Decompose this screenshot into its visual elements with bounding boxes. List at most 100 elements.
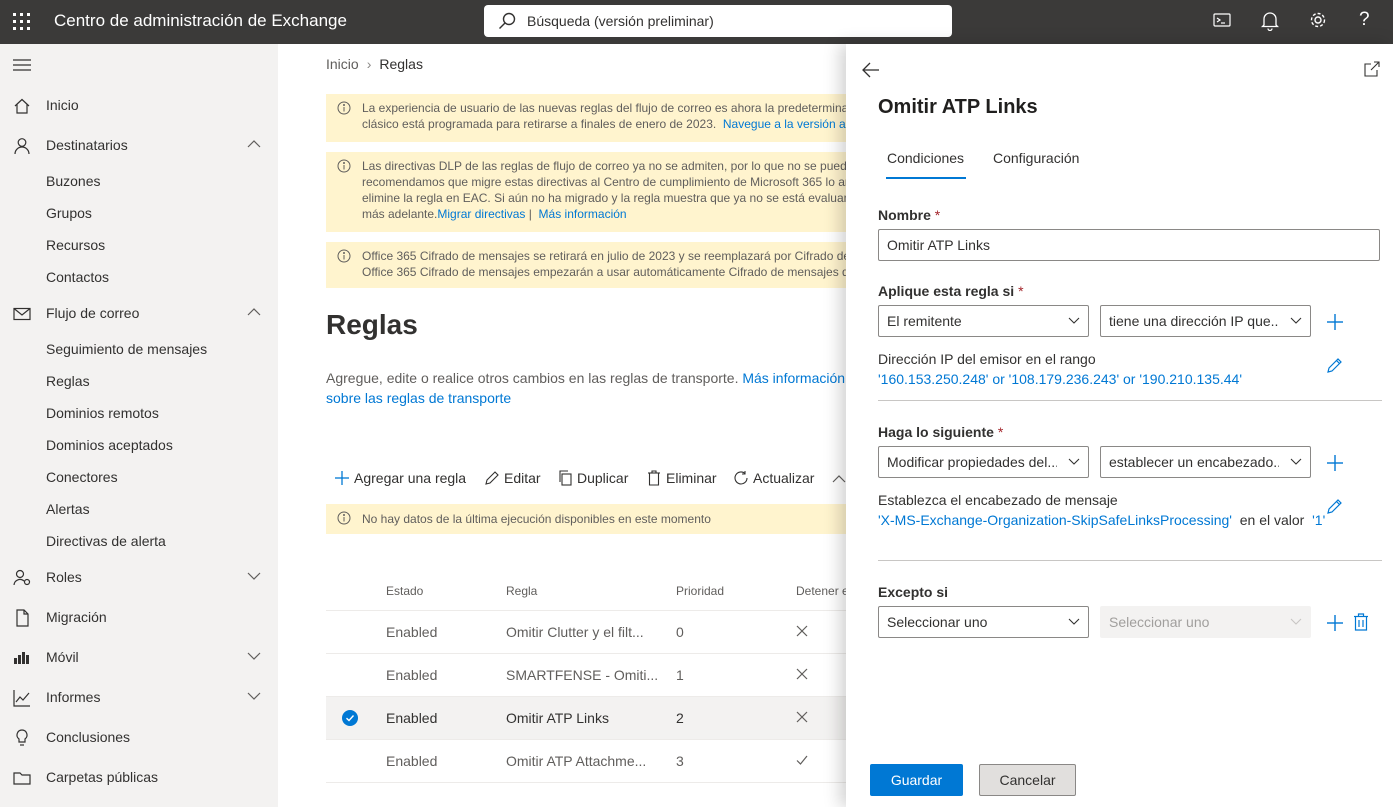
- close-x-icon: [796, 668, 808, 680]
- nav-label: Carpetas públicas: [46, 769, 159, 785]
- table-row[interactable]: Enabled SMARTFENSE - Omiti... 1: [326, 654, 848, 697]
- nav-inicio[interactable]: Inicio: [0, 90, 278, 122]
- nav-flujo-de-correo[interactable]: Flujo de correo: [0, 298, 278, 330]
- selected-check-icon[interactable]: [342, 710, 358, 726]
- nav-label: Destinatarios: [46, 137, 128, 153]
- row-priority: 2: [676, 710, 684, 726]
- condition-subject-dropdown[interactable]: El remitente: [878, 305, 1089, 337]
- table-row-selected[interactable]: Enabled Omitir ATP Links 2: [326, 697, 848, 740]
- action-type-dropdown[interactable]: Modificar propiedades del...: [878, 446, 1089, 478]
- search-box[interactable]: Búsqueda (versión preliminar): [484, 5, 952, 37]
- migrate-policies-link[interactable]: Migrar directivas: [437, 207, 525, 221]
- nav-conclusiones[interactable]: Conclusiones: [0, 722, 278, 754]
- add-rule-button[interactable]: Agregar una regla: [334, 466, 474, 492]
- save-button[interactable]: Guardar: [870, 764, 963, 796]
- table-row[interactable]: Enabled Omitir Clutter y el filt... 0: [326, 611, 848, 654]
- chevron-down-icon: [247, 652, 261, 660]
- hamburger-menu-icon[interactable]: [13, 59, 31, 73]
- chevron-down-icon: [1290, 317, 1302, 324]
- tab-conditions[interactable]: Condiciones: [887, 150, 964, 166]
- nav-label: Dominios aceptados: [46, 437, 173, 453]
- notification-bell-icon[interactable]: [1261, 11, 1279, 31]
- navigate-previous-version-link[interactable]: Navegue a la versión anterior: [723, 117, 848, 131]
- nav-label: Conclusiones: [46, 729, 131, 745]
- nav-grupos[interactable]: Grupos: [0, 198, 278, 230]
- migration-icon: [13, 609, 31, 627]
- app-launcher-icon[interactable]: [13, 13, 31, 31]
- edit-action-pencil-icon[interactable]: [1326, 497, 1344, 515]
- chevron-down-icon: [1290, 618, 1302, 625]
- row-state: Enabled: [386, 710, 438, 726]
- nav-dominios-aceptados[interactable]: Dominios aceptados: [0, 430, 278, 462]
- label-text: Aplique esta regla si: [878, 283, 1015, 299]
- add-condition-icon[interactable]: [1326, 313, 1344, 331]
- exception-subject-dropdown[interactable]: Seleccionar uno: [878, 606, 1089, 638]
- column-header-state[interactable]: Estado: [386, 584, 423, 598]
- tab-settings[interactable]: Configuración: [993, 150, 1079, 166]
- nav-migracion[interactable]: Migración: [0, 602, 278, 634]
- home-icon: [13, 97, 31, 115]
- nav-directivas-de-alerta[interactable]: Directivas de alerta: [0, 526, 278, 558]
- row-rule-name: Omitir ATP Links: [506, 710, 609, 726]
- duplicate-button[interactable]: Duplicar: [557, 466, 643, 492]
- column-header-rule[interactable]: Regla: [506, 584, 537, 598]
- condition-predicate-dropdown[interactable]: tiene una dirección IP que...: [1100, 305, 1311, 337]
- help-icon[interactable]: ?: [1359, 9, 1370, 31]
- nav-informes[interactable]: Informes: [0, 682, 278, 714]
- breadcrumb-current: Reglas: [379, 56, 423, 72]
- row-state: Enabled: [386, 753, 438, 769]
- cancel-button[interactable]: Cancelar: [979, 764, 1076, 796]
- column-header-priority[interactable]: Prioridad: [676, 584, 724, 598]
- edit-condition-pencil-icon[interactable]: [1326, 356, 1344, 374]
- app-title[interactable]: Centro de administración de Exchange: [54, 11, 347, 31]
- nav-roles[interactable]: Roles: [0, 562, 278, 594]
- row-priority: 3: [676, 753, 684, 769]
- delete-exception-trash-icon[interactable]: [1353, 613, 1369, 631]
- nav-label: Dominios remotos: [46, 405, 159, 421]
- nav-alertas[interactable]: Alertas: [0, 494, 278, 526]
- required-marker: *: [934, 207, 941, 223]
- cloud-shell-icon[interactable]: [1213, 11, 1231, 29]
- nav-recursos[interactable]: Recursos: [0, 230, 278, 262]
- edit-label: Editar: [504, 470, 541, 486]
- settings-gear-icon[interactable]: [1309, 11, 1327, 29]
- main-content: Inicio › Reglas La experiencia de usuario …: [278, 44, 848, 807]
- column-header-stop-processing[interactable]: Detener el procesamiento: [796, 584, 848, 598]
- add-icon: [334, 470, 350, 486]
- header-value-link[interactable]: '1': [1312, 512, 1325, 528]
- close-x-icon: [796, 711, 808, 723]
- nav-reglas[interactable]: Reglas: [0, 366, 278, 398]
- edit-button[interactable]: Editar: [484, 466, 554, 492]
- row-state: Enabled: [386, 667, 438, 683]
- chevron-down-icon: [1068, 458, 1080, 465]
- nav-contactos[interactable]: Contactos: [0, 262, 278, 294]
- back-arrow-icon[interactable]: [862, 62, 880, 78]
- nav-label: Migración: [46, 609, 107, 625]
- condition-summary: Dirección IP del emisor en el rango '160…: [878, 349, 1242, 389]
- nav-carpetas-publicas[interactable]: Carpetas públicas: [0, 762, 278, 794]
- header-name-link[interactable]: 'X-MS-Exchange-Organization-SkipSafeLink…: [878, 512, 1232, 528]
- add-action-icon[interactable]: [1326, 454, 1344, 472]
- breadcrumb-home[interactable]: Inicio: [326, 56, 359, 72]
- nav-dominios-remotos[interactable]: Dominios remotos: [0, 398, 278, 430]
- rule-name-input[interactable]: Omitir ATP Links: [878, 229, 1380, 261]
- add-rule-label: Agregar una regla: [354, 470, 467, 486]
- ip-range-value-link[interactable]: '160.153.250.248' or '108.179.236.243' o…: [878, 369, 1242, 389]
- nav-movil[interactable]: Móvil: [0, 642, 278, 674]
- required-marker: *: [997, 424, 1004, 440]
- apply-rule-label: Aplique esta regla si *: [878, 283, 1024, 299]
- chevron-up-icon: [247, 140, 261, 148]
- chevron-down-icon: [247, 572, 261, 580]
- action-detail-dropdown[interactable]: establecer un encabezado...: [1100, 446, 1311, 478]
- more-info-link[interactable]: Más información: [539, 207, 627, 221]
- refresh-button[interactable]: Actualizar: [733, 466, 833, 492]
- nav-buzones[interactable]: Buzones: [0, 166, 278, 198]
- delete-button[interactable]: Eliminar: [646, 466, 730, 492]
- table-row[interactable]: Enabled Omitir ATP Attachme... 3: [326, 740, 848, 783]
- nav-label: Flujo de correo: [46, 305, 140, 321]
- nav-destinatarios[interactable]: Destinatarios: [0, 130, 278, 162]
- open-new-window-icon[interactable]: [1364, 61, 1380, 77]
- nav-seguimiento-de-mensajes[interactable]: Seguimiento de mensajes: [0, 334, 278, 366]
- add-exception-icon[interactable]: [1326, 614, 1344, 632]
- nav-conectores[interactable]: Conectores: [0, 462, 278, 494]
